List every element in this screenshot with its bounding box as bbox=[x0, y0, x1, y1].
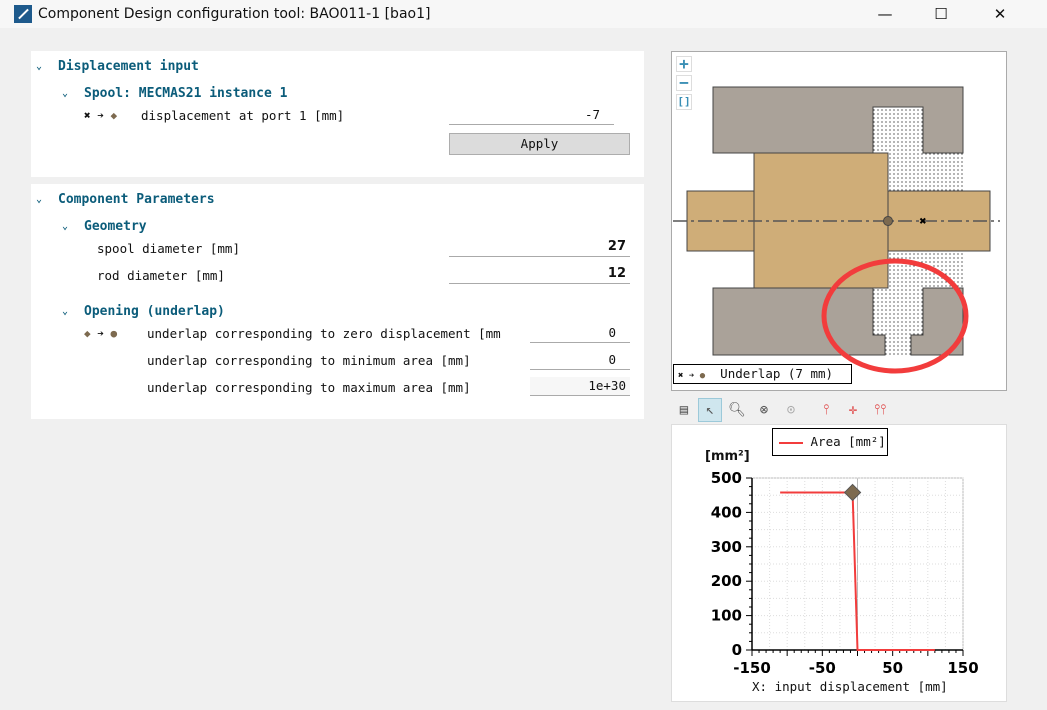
legend-label: Area [mm²] bbox=[810, 434, 886, 449]
area-chart: -150 -50 50 150 0 100 200 300 400 500 bbox=[711, 469, 979, 677]
y-tick-label: 0 bbox=[732, 641, 742, 659]
chart-legend: Area [mm²] bbox=[772, 428, 888, 456]
x-axis-label: X: input displacement [mm] bbox=[752, 679, 948, 694]
y-tick-label: 500 bbox=[711, 469, 742, 487]
x-tick-label: 50 bbox=[882, 659, 903, 677]
x-tick-label: 150 bbox=[947, 659, 978, 677]
x-tick-label: -50 bbox=[809, 659, 836, 677]
x-tick-label: -150 bbox=[733, 659, 771, 677]
y-tick-label: 300 bbox=[711, 538, 742, 556]
y-tick-label: 100 bbox=[711, 607, 742, 625]
y-tick-label: 200 bbox=[711, 572, 742, 590]
legend-line-swatch bbox=[779, 441, 803, 444]
y-tick-label: 400 bbox=[711, 503, 742, 521]
y-axis-label: [mm²] bbox=[705, 449, 750, 464]
